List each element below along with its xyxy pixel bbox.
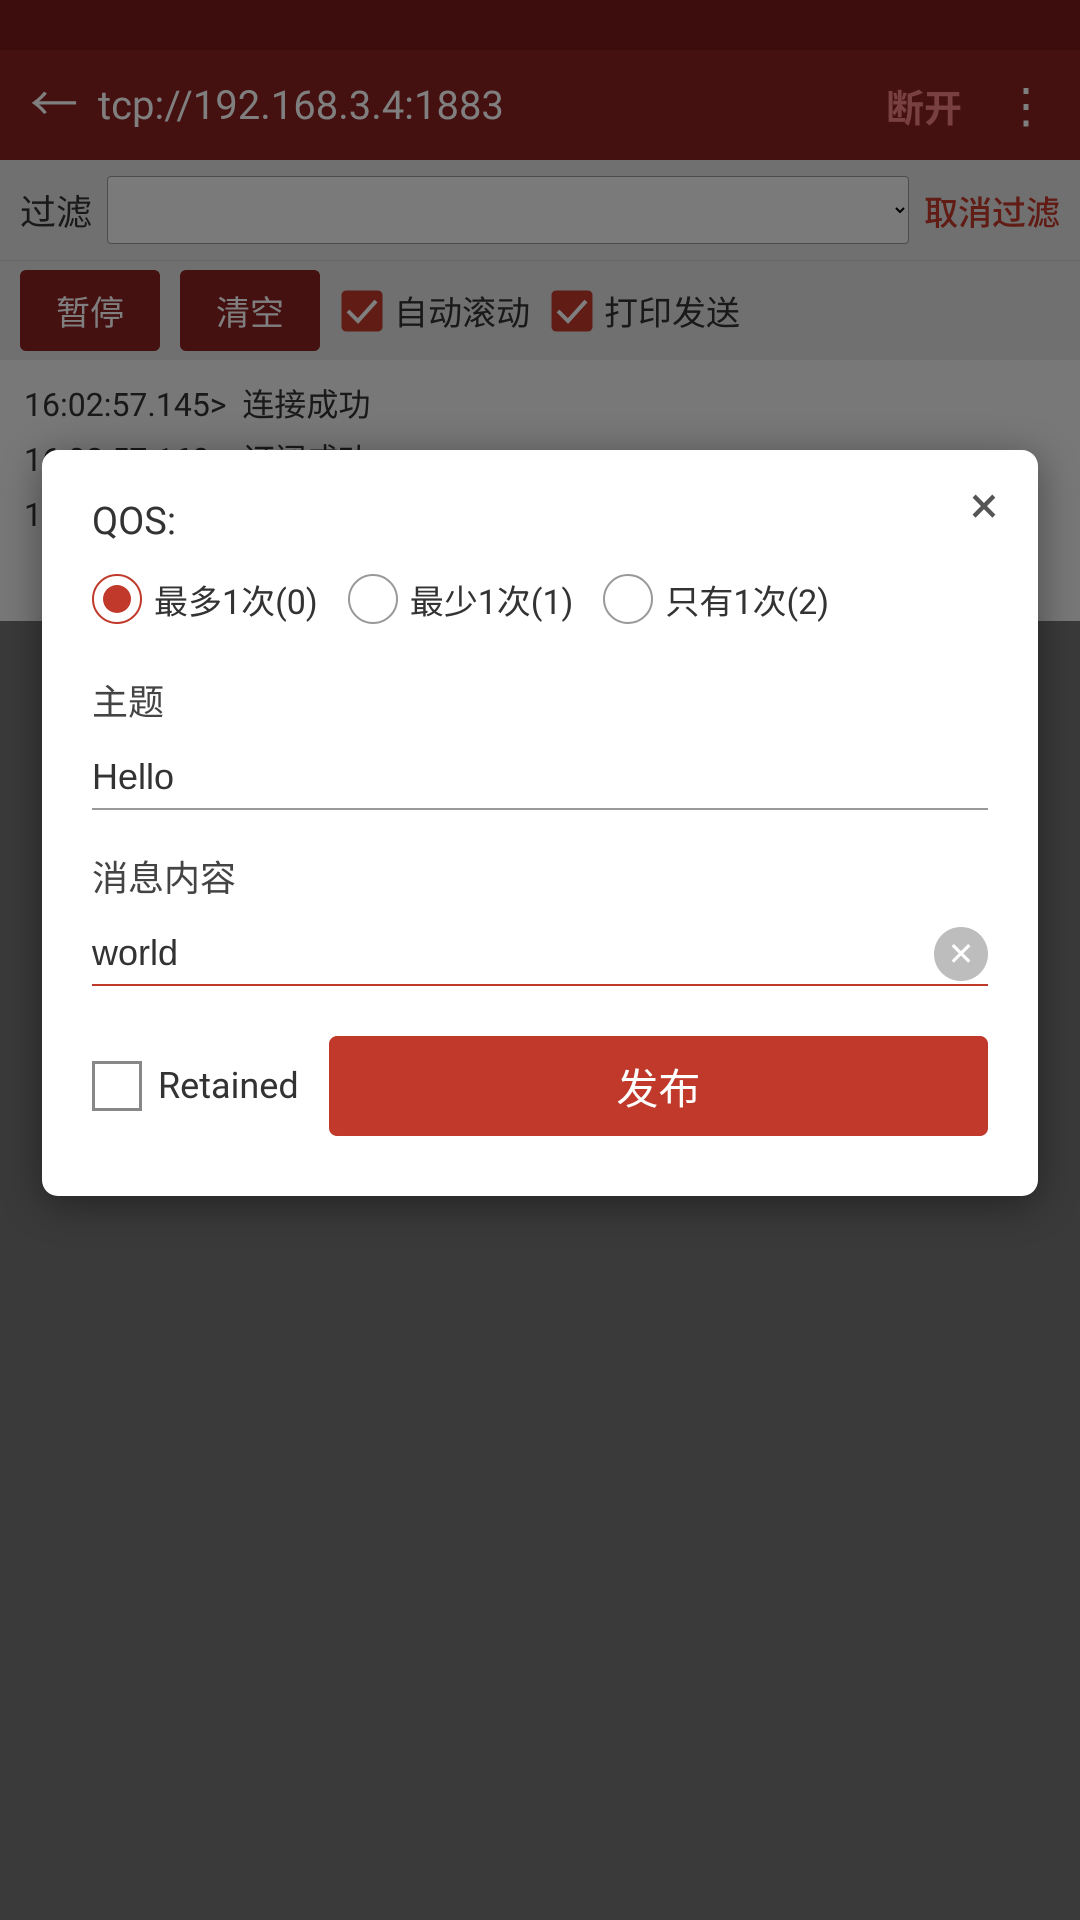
topic-label: 主题 <box>92 674 988 726</box>
clear-message-button[interactable]: ✕ <box>934 927 988 981</box>
qos-option-1-label: 最少1次(1) <box>410 575 574 624</box>
clear-icon: ✕ <box>948 938 975 970</box>
qos-label: QOS: <box>92 500 988 544</box>
qos-radio-2[interactable] <box>603 574 653 624</box>
message-label: 消息内容 <box>92 850 988 902</box>
qos-option-2-label: 只有1次(2) <box>665 575 829 624</box>
topic-input[interactable] <box>92 746 988 810</box>
qos-option-2[interactable]: 只有1次(2) <box>603 574 829 624</box>
retained-checkbox[interactable] <box>92 1061 142 1111</box>
qos-radio-1[interactable] <box>348 574 398 624</box>
qos-option-0[interactable]: 最多1次(0) <box>92 574 318 624</box>
retained-item: Retained <box>92 1061 299 1111</box>
topic-section: 主题 <box>92 674 988 810</box>
qos-radio-0[interactable] <box>92 574 142 624</box>
qos-option-0-label: 最多1次(0) <box>154 575 318 624</box>
dialog-bottom-row: Retained 发布 <box>92 1036 988 1136</box>
publish-button[interactable]: 发布 <box>329 1036 988 1136</box>
message-input-wrapper: ✕ <box>92 922 988 986</box>
dialog-close-button[interactable]: × <box>970 480 998 532</box>
retained-label: Retained <box>158 1065 299 1107</box>
message-input[interactable] <box>92 922 988 986</box>
message-section: 消息内容 ✕ <box>92 850 988 986</box>
dialog: × QOS: 最多1次(0) 最少1次(1) 只有1次(2) 主题 消息内容 ✕ <box>42 450 1038 1196</box>
qos-option-1[interactable]: 最少1次(1) <box>348 574 574 624</box>
qos-group: 最多1次(0) 最少1次(1) 只有1次(2) <box>92 574 988 624</box>
